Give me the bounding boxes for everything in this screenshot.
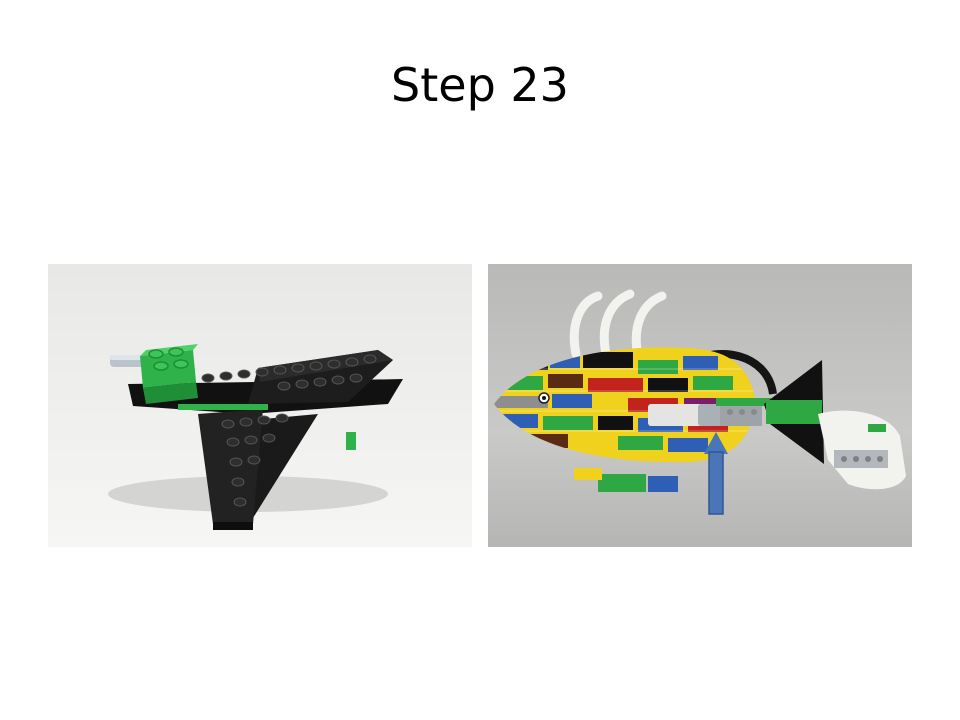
fish-model-photo — [488, 264, 912, 547]
tail-fin-assembly-photo — [48, 264, 472, 547]
slide-title: Step 23 — [391, 58, 569, 112]
